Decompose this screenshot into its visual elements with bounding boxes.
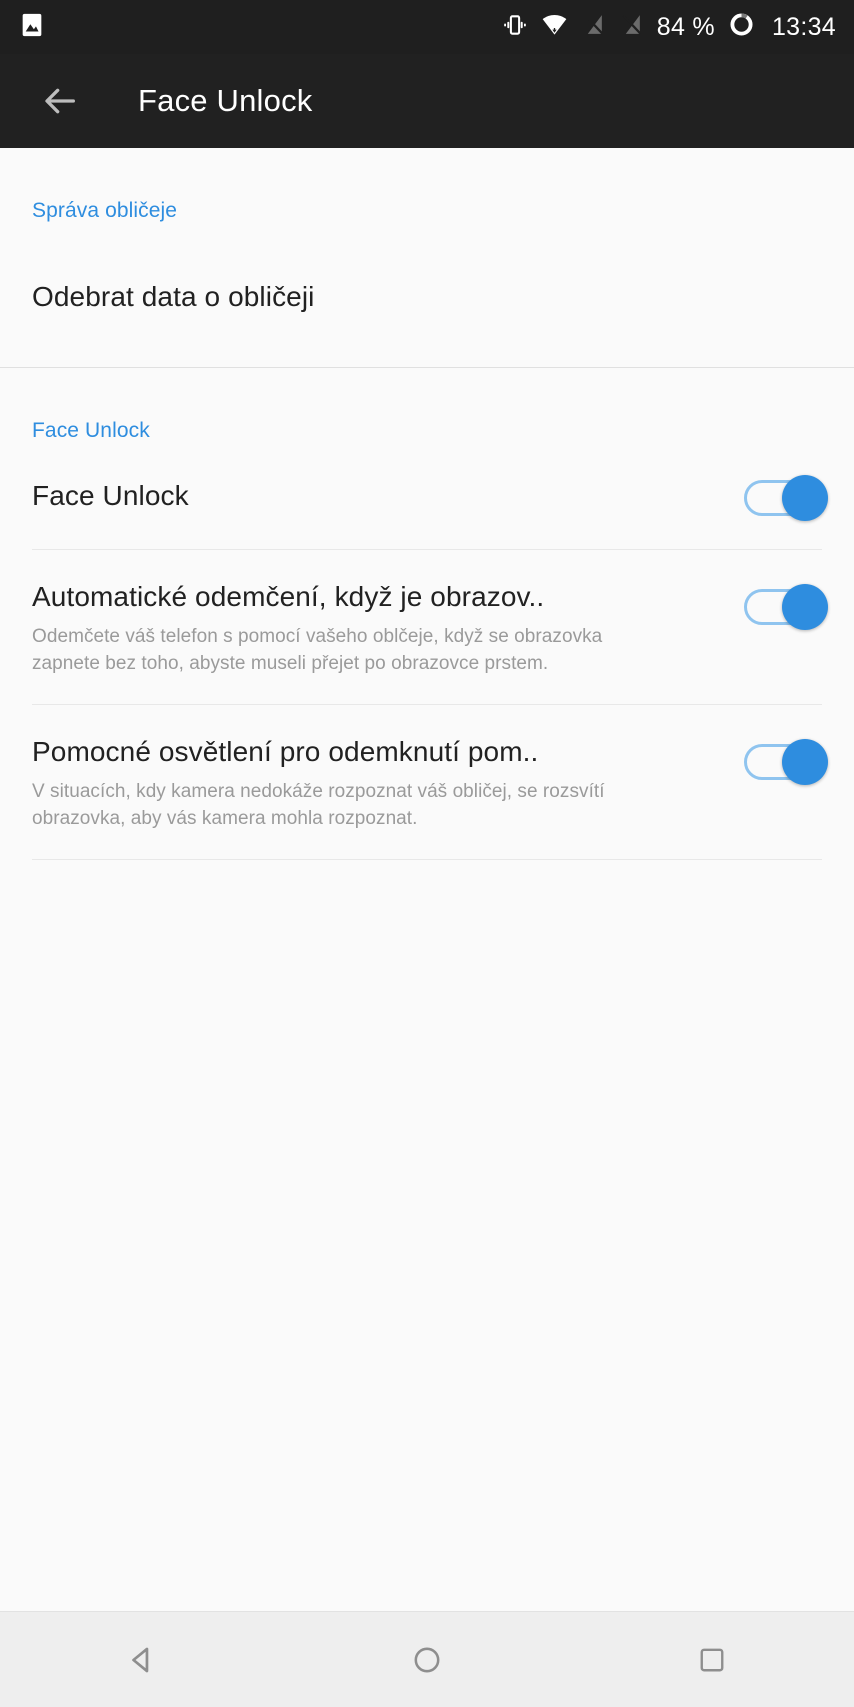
status-bar-right-icons: 84 % 13:34 xyxy=(502,11,836,43)
remove-face-data-row[interactable]: Odebrat data o obličeji xyxy=(0,223,854,367)
assistive-lighting-row-text: Pomocné osvětlení pro odemknutí pom.. V … xyxy=(32,735,744,833)
row-divider xyxy=(32,859,822,861)
assistive-lighting-row-title: Pomocné osvětlení pro odemknutí pom.. xyxy=(32,736,539,768)
face-unlock-row-text: Face Unlock xyxy=(32,479,744,513)
nav-recents-button[interactable] xyxy=(652,1612,772,1707)
status-bar-left-icons xyxy=(18,11,46,44)
nav-back-button[interactable] xyxy=(82,1612,202,1707)
face-unlock-toggle-row[interactable]: Face Unlock xyxy=(0,443,854,549)
wifi-icon xyxy=(541,11,568,43)
face-unlock-switch[interactable] xyxy=(744,475,828,521)
battery-circle-icon xyxy=(728,11,755,43)
battery-percentage: 84 % xyxy=(656,12,715,41)
vibrate-icon xyxy=(502,12,528,43)
switch-thumb xyxy=(782,475,828,521)
no-sim-2-icon xyxy=(619,12,644,42)
auto-unlock-row-subtitle: Odemčete váš telefon s pomocí vašeho obl… xyxy=(32,625,603,675)
assistive-lighting-switch[interactable] xyxy=(744,739,828,786)
app-bar: Face Unlock xyxy=(0,54,854,148)
assistive-lighting-toggle-row[interactable]: Pomocné osvětlení pro odemknutí pom.. V … xyxy=(0,705,854,859)
auto-unlock-row-title: Automatické odemčení, když je obrazov.. xyxy=(32,581,545,612)
section-header-face-management: Správa obličeje xyxy=(32,199,178,222)
phone-screen: 84 % 13:34 Face Unlock Správa obličeje O… xyxy=(0,0,854,1707)
settings-list: Správa obličeje Odebrat data o obličeji … xyxy=(0,148,854,1611)
image-notification-icon xyxy=(18,11,46,44)
status-bar: 84 % 13:34 xyxy=(0,0,854,54)
back-arrow-icon[interactable] xyxy=(32,73,88,129)
switch-thumb xyxy=(782,739,828,786)
status-bar-clock: 13:34 xyxy=(771,12,836,41)
switch-thumb xyxy=(782,584,828,630)
section-header-face-unlock: Face Unlock xyxy=(32,419,150,442)
remove-face-data-label: Odebrat data o obličeji xyxy=(32,281,315,312)
auto-unlock-toggle-row[interactable]: Automatické odemčení, když je obrazov.. … xyxy=(0,550,854,704)
navigation-bar xyxy=(0,1611,854,1707)
auto-unlock-row-text: Automatické odemčení, když je obrazov.. … xyxy=(32,580,744,678)
auto-unlock-switch[interactable] xyxy=(744,584,828,630)
assistive-lighting-row-subtitle: V situacích, kdy kamera nedokáže rozpozn… xyxy=(32,780,605,830)
face-unlock-row-title: Face Unlock xyxy=(32,480,189,512)
page-title: Face Unlock xyxy=(138,83,313,118)
nav-home-button[interactable] xyxy=(367,1612,487,1707)
no-sim-1-icon xyxy=(581,12,606,42)
